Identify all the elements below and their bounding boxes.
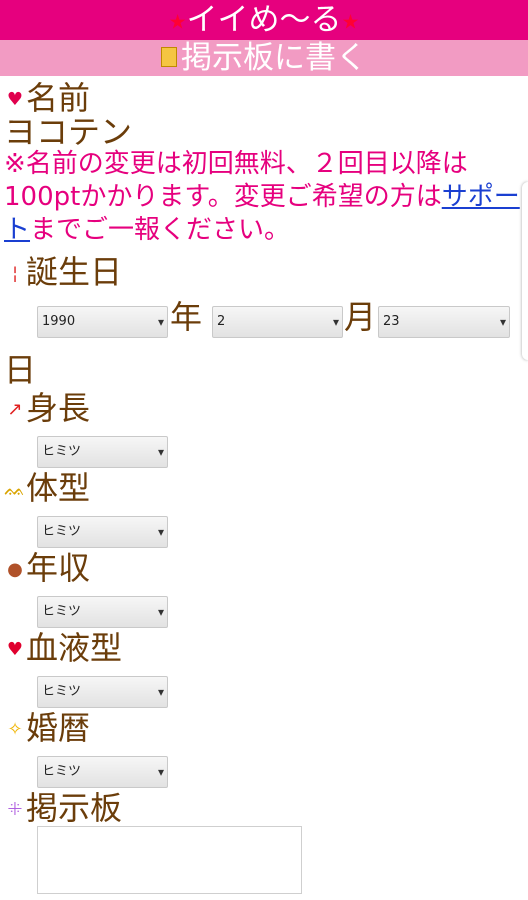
cat-icon: ᨐ bbox=[4, 479, 26, 500]
year-unit: 年 bbox=[170, 298, 203, 336]
board-label: ꔰ掲示板 bbox=[4, 790, 122, 828]
dropdown-arrow-icon: ▾ bbox=[157, 445, 164, 459]
scrollbar[interactable] bbox=[522, 182, 528, 360]
birth-day-select[interactable]: 23 ▾ bbox=[378, 306, 510, 338]
dropdown-arrow-icon: ▾ bbox=[157, 765, 164, 779]
arrow-up-icon: ↗ bbox=[7, 399, 23, 420]
money-bag-icon: ● bbox=[7, 559, 23, 580]
body-type-select[interactable]: ヒミツ ▾ bbox=[37, 516, 168, 548]
dropdown-arrow-icon: ▾ bbox=[332, 315, 339, 329]
height-select[interactable]: ヒミツ ▾ bbox=[37, 436, 168, 468]
memo-icon bbox=[161, 46, 177, 67]
body-type-label: ᨐ体型 bbox=[4, 469, 91, 507]
star-left-icon: ★ bbox=[168, 9, 187, 34]
board-textarea[interactable] bbox=[37, 826, 302, 894]
height-label: ↗ 身長 bbox=[4, 390, 90, 428]
dropdown-arrow-icon: ▾ bbox=[157, 605, 164, 619]
income-select[interactable]: ヒミツ ▾ bbox=[37, 596, 168, 628]
app-title: イイめ〜る bbox=[186, 2, 342, 38]
blood-type-select[interactable]: ヒミツ ▾ bbox=[37, 676, 168, 708]
dropdown-arrow-icon: ▾ bbox=[157, 525, 164, 539]
birth-year-select[interactable]: 1990 ▾ bbox=[37, 306, 168, 338]
blood-type-label: ♥血液型 bbox=[4, 630, 122, 668]
income-label: ●年収 bbox=[4, 550, 90, 588]
ribbon-icon: ꔰ bbox=[7, 799, 23, 820]
star-right-icon: ★ bbox=[341, 9, 360, 34]
app-header: ★イイめ〜る★ bbox=[0, 0, 528, 40]
heart-icon: ♥ bbox=[6, 639, 24, 660]
marital-history-label: ✧ 婚暦 bbox=[4, 710, 90, 748]
page-header: 掲示板に書く bbox=[0, 40, 528, 76]
dropdown-arrow-icon: ▾ bbox=[499, 315, 506, 329]
name-change-notice: ※名前の変更は初回無料、２回目以降は100ptかかります。変更ご希望の方はサポー… bbox=[4, 149, 520, 245]
name-value: ヨコテン bbox=[4, 113, 133, 151]
birthday-label: ¦ 誕生日 bbox=[4, 254, 122, 292]
page-title: 掲示板に書く bbox=[181, 40, 367, 76]
marital-history-select[interactable]: ヒミツ ▾ bbox=[37, 756, 168, 788]
candles-icon: ¦ bbox=[11, 263, 19, 284]
sparkle-icon: ✧ bbox=[7, 719, 23, 740]
dropdown-arrow-icon: ▾ bbox=[157, 685, 164, 699]
dropdown-arrow-icon: ▾ bbox=[157, 315, 164, 329]
day-unit: 日 bbox=[4, 351, 37, 389]
birth-month-select[interactable]: 2 ▾ bbox=[212, 306, 343, 338]
month-unit: 月 bbox=[344, 298, 377, 336]
